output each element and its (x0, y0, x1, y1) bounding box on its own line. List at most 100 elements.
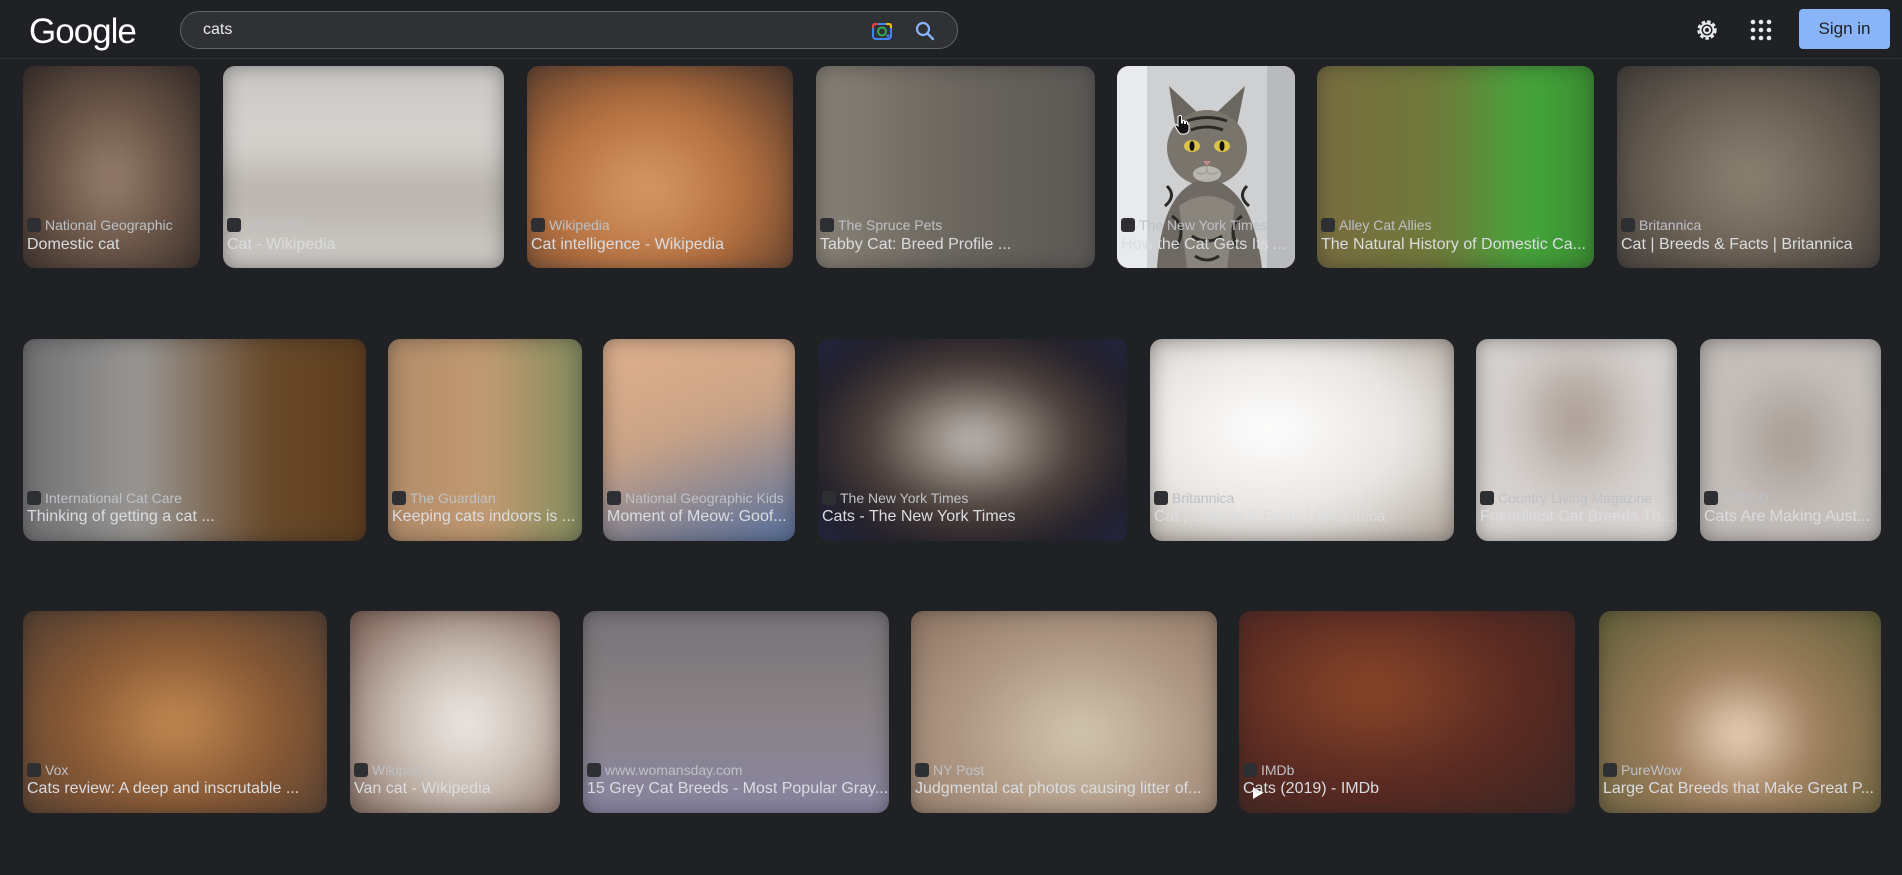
source-name: www.womansday.com (605, 762, 743, 778)
image-result-tile[interactable]: IMDb Cats (2019) - IMDb (1239, 611, 1575, 813)
source-name: PureWow (1621, 762, 1682, 778)
result-source[interactable]: National Geographic (27, 217, 200, 233)
result-source[interactable]: Britannica (1621, 217, 1880, 233)
result-title[interactable]: Tabby Cat: Breed Profile ... (820, 236, 1095, 254)
image-result-tile[interactable]: www.womansday.com 15 Grey Cat Breeds - Mo… (583, 611, 889, 813)
image-result-tile[interactable]: The Guardian Keeping cats indoors is ... (388, 339, 582, 541)
result-source[interactable]: IMDb (1243, 762, 1575, 778)
site-favicon-icon (1154, 491, 1168, 505)
image-result-tile[interactable]: PureWow Large Cat Breeds that Make Great … (1599, 611, 1881, 813)
result-source[interactable]: www.womansday.com (587, 762, 889, 778)
source-name: Wikipedia (549, 217, 610, 233)
result-source[interactable]: The New York Times (1121, 217, 1295, 233)
settings-gear-icon[interactable] (1693, 16, 1721, 44)
site-favicon-icon (587, 763, 601, 777)
site-favicon-icon (392, 491, 406, 505)
image-result-tile[interactable]: Wikipedia Cat - Wikipedia (223, 66, 504, 268)
header: Google Sign in (0, 0, 1902, 59)
result-title[interactable]: Cat | Breeds & Facts | Britannica (1621, 236, 1880, 254)
image-result-tile[interactable]: The Spruce Pets Tabby Cat: Breed Profile … (816, 66, 1095, 268)
result-title[interactable]: Cat intelligence - Wikipedia (531, 236, 793, 254)
site-favicon-icon (1621, 218, 1635, 232)
result-title[interactable]: Van cat - Wikipedia (354, 780, 560, 798)
result-source[interactable]: The Spruce Pets (820, 217, 1095, 233)
result-source[interactable]: PureWow (1603, 762, 1881, 778)
result-title[interactable]: Judgmental cat photos causing litter of.… (915, 780, 1217, 798)
result-source[interactable]: Wikipedia (531, 217, 793, 233)
result-title[interactable]: Cat | Breeds & Facts | Britannica (1154, 508, 1454, 526)
search-box[interactable] (180, 11, 958, 49)
image-result-tile[interactable]: National Geographic Kids Moment of Meow: … (603, 339, 795, 541)
result-title[interactable]: Cats (2019) - IMDb (1243, 780, 1575, 798)
result-source[interactable]: Alley Cat Allies (1321, 217, 1594, 233)
site-favicon-icon (27, 763, 41, 777)
result-title[interactable]: Cats review: A deep and inscrutable ... (27, 780, 327, 798)
hand-cursor-icon (1174, 115, 1190, 135)
result-source[interactable]: Country Living Magazine (1480, 490, 1677, 506)
result-title[interactable]: How the Cat Gets Its ... (1121, 236, 1295, 254)
google-apps-icon[interactable] (1749, 18, 1773, 42)
result-source[interactable]: Wikipedia (354, 762, 560, 778)
result-source[interactable]: Britannica (1154, 490, 1454, 506)
image-result-tile[interactable]: Wikipedia Cat intelligence - Wikipedia (527, 66, 793, 268)
image-result-tile[interactable]: Alley Cat Allies The Natural History of D… (1317, 66, 1594, 268)
result-title[interactable]: Cats - The New York Times (822, 508, 1127, 526)
image-result-tile[interactable]: The New York Times How the Cat Gets Its .… (1117, 66, 1295, 268)
image-result-tile[interactable]: Country Living Magazine Friendliest Cat B… (1476, 339, 1677, 541)
result-title[interactable]: Thinking of getting a cat ... (27, 508, 366, 526)
site-favicon-icon (531, 218, 545, 232)
result-title[interactable]: Domestic cat (27, 236, 200, 254)
site-favicon-icon (354, 763, 368, 777)
result-title[interactable]: Cat - Wikipedia (227, 236, 504, 254)
result-source[interactable]: International Cat Care (27, 490, 366, 506)
image-result-tile[interactable]: The New York Times Cats - The New York Ti… (818, 339, 1127, 541)
google-logo[interactable]: Google (29, 14, 137, 50)
source-name: Vox (45, 762, 69, 778)
source-name: National Geographic (45, 217, 173, 233)
site-favicon-icon (820, 218, 834, 232)
image-result-tile[interactable]: National Geographic Domestic cat (23, 66, 200, 268)
image-result-tile[interactable]: NY Post Judgmental cat photos causing lit… (911, 611, 1217, 813)
source-name: The New York Times (840, 490, 969, 506)
result-source[interactable]: NY Post (915, 762, 1217, 778)
site-favicon-icon (1704, 491, 1718, 505)
source-name: The New York Times (1139, 217, 1268, 233)
image-result-tile[interactable]: Britannica Cat | Breeds & Facts | Britann… (1617, 66, 1880, 268)
search-input[interactable] (203, 20, 803, 40)
result-title[interactable]: Cats Are Making Aust... (1704, 508, 1881, 526)
source-name: Alley Cat Allies (1339, 217, 1432, 233)
source-name: International Cat Care (45, 490, 182, 506)
result-title[interactable]: 15 Grey Cat Breeds - Most Popular Gray..… (587, 780, 889, 798)
image-result-tile[interactable]: International Cat Care Thinking of gettin… (23, 339, 366, 541)
image-result-tile[interactable]: Vox Cats review: A deep and inscrutable .… (23, 611, 327, 813)
site-favicon-icon (27, 218, 41, 232)
search-icon[interactable] (914, 20, 936, 42)
result-source[interactable]: Wikipedia (227, 217, 504, 233)
result-title[interactable]: Moment of Meow: Goof... (607, 508, 795, 526)
result-source[interactable]: Vox (27, 762, 327, 778)
site-favicon-icon (607, 491, 621, 505)
image-result-tile[interactable]: Wikipedia Van cat - Wikipedia (350, 611, 560, 813)
source-name: Britannica (1639, 217, 1702, 233)
source-name: National Geographic Kids (625, 490, 784, 506)
result-source[interactable]: The Guardian (392, 490, 582, 506)
site-favicon-icon (1321, 218, 1335, 232)
result-title[interactable]: Large Cat Breeds that Make Great P... (1603, 780, 1881, 798)
site-favicon-icon (1121, 218, 1135, 232)
source-name: Country Living Magazine (1498, 490, 1653, 506)
result-title[interactable]: Friendliest Cat Breeds Th... (1480, 508, 1677, 526)
image-result-tile[interactable]: WIRED Cats Are Making Aust... (1700, 339, 1881, 541)
source-name: NY Post (933, 762, 985, 778)
result-source[interactable]: National Geographic Kids (607, 490, 795, 506)
site-favicon-icon (1603, 763, 1617, 777)
google-lens-icon[interactable] (869, 18, 895, 44)
image-result-tile[interactable]: Britannica Cat | Breeds & Facts | Britann… (1150, 339, 1454, 541)
result-title[interactable]: Keeping cats indoors is ... (392, 508, 582, 526)
result-source[interactable]: The New York Times (822, 490, 1127, 506)
sign-in-button[interactable]: Sign in (1799, 9, 1890, 49)
source-name: Wikipedia (245, 217, 306, 233)
site-favicon-icon (1243, 763, 1257, 777)
result-title[interactable]: The Natural History of Domestic Ca... (1321, 236, 1594, 254)
source-name: IMDb (1261, 762, 1295, 778)
result-source[interactable]: WIRED (1704, 490, 1881, 506)
